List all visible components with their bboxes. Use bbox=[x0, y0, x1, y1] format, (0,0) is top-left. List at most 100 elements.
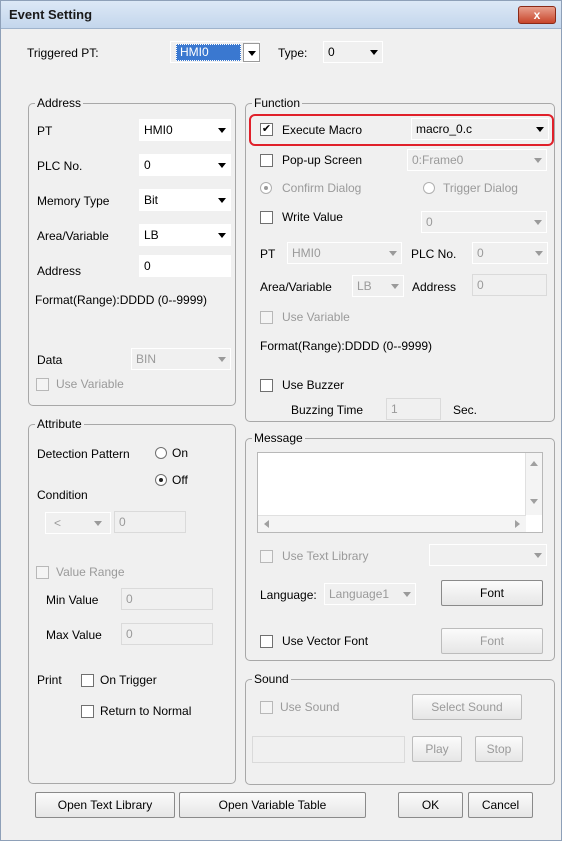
confirm-dialog-radio[interactable] bbox=[260, 182, 272, 194]
condition-operator-select[interactable]: < bbox=[45, 512, 111, 534]
chevron-down-icon bbox=[218, 163, 226, 168]
write-value-checkbox[interactable] bbox=[260, 211, 273, 224]
detection-off-radio[interactable] bbox=[155, 474, 167, 486]
play-button[interactable]: Play bbox=[412, 736, 462, 762]
buzzing-time-value: 1 bbox=[391, 402, 398, 416]
area-variable-select[interactable]: LB bbox=[139, 224, 231, 246]
font-button[interactable]: Font bbox=[441, 580, 543, 606]
chevron-down-icon bbox=[248, 51, 256, 56]
triggered-pt-label: Triggered PT: bbox=[27, 46, 99, 60]
address-use-variable-label: Use Variable bbox=[56, 377, 124, 391]
scroll-down-icon[interactable] bbox=[530, 499, 538, 504]
use-sound-label: Use Sound bbox=[280, 700, 340, 714]
horizontal-scrollbar[interactable] bbox=[258, 515, 526, 532]
seconds-label: Sec. bbox=[453, 403, 478, 417]
detection-off-label: Off bbox=[172, 473, 188, 487]
chevron-down-icon bbox=[218, 198, 226, 203]
use-sound-checkbox[interactable] bbox=[260, 701, 273, 714]
vector-font-button[interactable]: Font bbox=[441, 628, 543, 654]
function-area-variable-label: Area/Variable bbox=[260, 280, 332, 294]
detection-on-label: On bbox=[172, 446, 189, 460]
on-trigger-checkbox[interactable] bbox=[81, 674, 94, 687]
scroll-right-icon[interactable] bbox=[515, 520, 520, 528]
execute-macro-checkbox[interactable]: ✔ bbox=[260, 123, 273, 136]
address-pt-select[interactable]: HMI0 bbox=[139, 119, 231, 141]
close-button[interactable]: x bbox=[518, 6, 556, 24]
write-value-select[interactable]: 0 bbox=[421, 211, 547, 233]
trigger-dialog-label: Trigger Dialog bbox=[443, 181, 518, 195]
cancel-button[interactable]: Cancel bbox=[468, 792, 533, 818]
write-value-value: 0 bbox=[426, 215, 433, 229]
use-vector-font-label: Use Vector Font bbox=[282, 634, 369, 648]
open-text-library-button[interactable]: Open Text Library bbox=[35, 792, 175, 818]
buzzing-time-input[interactable]: 1 bbox=[386, 398, 441, 420]
use-buzzer-checkbox[interactable] bbox=[260, 379, 273, 392]
plc-no-select[interactable]: 0 bbox=[139, 154, 231, 176]
sound-file-field bbox=[252, 736, 405, 763]
plc-no-value: 0 bbox=[144, 158, 151, 172]
popup-screen-select[interactable]: 0:Frame0 bbox=[407, 149, 547, 171]
condition-operator-value: < bbox=[54, 516, 62, 530]
chevron-down-icon bbox=[403, 592, 411, 597]
address-pt-label: PT bbox=[37, 124, 53, 138]
open-variable-table-button[interactable]: Open Variable Table bbox=[179, 792, 366, 818]
address-input[interactable]: 0 bbox=[139, 255, 231, 277]
scroll-left-icon[interactable] bbox=[264, 520, 269, 528]
chevron-down-icon bbox=[534, 220, 542, 225]
sound-group-title: Sound bbox=[252, 672, 291, 686]
title-bar: Event Setting x bbox=[1, 1, 561, 29]
use-text-library-checkbox[interactable] bbox=[260, 550, 273, 563]
memory-type-value: Bit bbox=[144, 193, 159, 207]
popup-screen-checkbox[interactable] bbox=[260, 154, 273, 167]
vertical-scrollbar[interactable] bbox=[525, 453, 542, 515]
function-pt-select[interactable]: HMI0 bbox=[287, 242, 402, 264]
execute-macro-value: macro_0.c bbox=[416, 122, 473, 136]
function-plc-no-select[interactable]: 0 bbox=[472, 242, 548, 264]
address-value: 0 bbox=[144, 259, 151, 273]
scroll-up-icon[interactable] bbox=[530, 461, 538, 466]
ok-button[interactable]: OK bbox=[398, 792, 463, 818]
return-to-normal-checkbox[interactable] bbox=[81, 705, 94, 718]
data-select[interactable]: BIN bbox=[131, 348, 231, 370]
print-label: Print bbox=[37, 673, 62, 687]
function-pt-value: HMI0 bbox=[292, 246, 321, 260]
min-value-input[interactable]: 0 bbox=[121, 588, 213, 610]
memory-type-label: Memory Type bbox=[37, 194, 110, 208]
type-value: 0 bbox=[328, 45, 335, 59]
return-to-normal-label: Return to Normal bbox=[100, 704, 192, 718]
language-value: Language1 bbox=[329, 587, 390, 601]
min-value: 0 bbox=[126, 592, 133, 606]
address-use-variable-checkbox[interactable] bbox=[36, 378, 49, 391]
function-format-text: Format(Range):DDDD (0--9999) bbox=[260, 339, 433, 353]
max-value: 0 bbox=[126, 627, 133, 641]
chevron-down-icon bbox=[218, 357, 226, 362]
chevron-down-icon bbox=[391, 284, 399, 289]
function-area-variable-select[interactable]: LB bbox=[352, 275, 404, 297]
triggered-pt-dropdown-button[interactable] bbox=[243, 43, 260, 62]
text-library-select[interactable] bbox=[429, 544, 547, 566]
detection-on-radio[interactable] bbox=[155, 447, 167, 459]
function-address-input[interactable]: 0 bbox=[472, 274, 547, 296]
condition-value-input[interactable]: 0 bbox=[114, 511, 186, 533]
use-vector-font-checkbox[interactable] bbox=[260, 635, 273, 648]
memory-type-select[interactable]: Bit bbox=[139, 189, 231, 211]
message-textarea[interactable] bbox=[257, 452, 543, 533]
popup-screen-value: 0:Frame0 bbox=[412, 153, 464, 167]
buzzing-time-label: Buzzing Time bbox=[291, 403, 364, 417]
execute-macro-select[interactable]: macro_0.c bbox=[411, 118, 549, 140]
trigger-dialog-radio[interactable] bbox=[423, 182, 435, 194]
function-use-variable-label: Use Variable bbox=[282, 310, 350, 324]
function-use-variable-checkbox[interactable] bbox=[260, 311, 273, 324]
select-sound-button[interactable]: Select Sound bbox=[412, 694, 522, 720]
confirm-dialog-label: Confirm Dialog bbox=[282, 181, 362, 195]
max-value-input[interactable]: 0 bbox=[121, 623, 213, 645]
triggered-pt-select[interactable]: HMI0 bbox=[170, 41, 260, 63]
window-title: Event Setting bbox=[9, 7, 93, 22]
language-select[interactable]: Language1 bbox=[324, 583, 416, 605]
chevron-down-icon bbox=[218, 233, 226, 238]
value-range-checkbox[interactable] bbox=[36, 566, 49, 579]
stop-button[interactable]: Stop bbox=[475, 736, 523, 762]
message-group-title: Message bbox=[252, 431, 305, 445]
type-select[interactable]: 0 bbox=[323, 41, 383, 63]
chevron-down-icon bbox=[534, 553, 542, 558]
